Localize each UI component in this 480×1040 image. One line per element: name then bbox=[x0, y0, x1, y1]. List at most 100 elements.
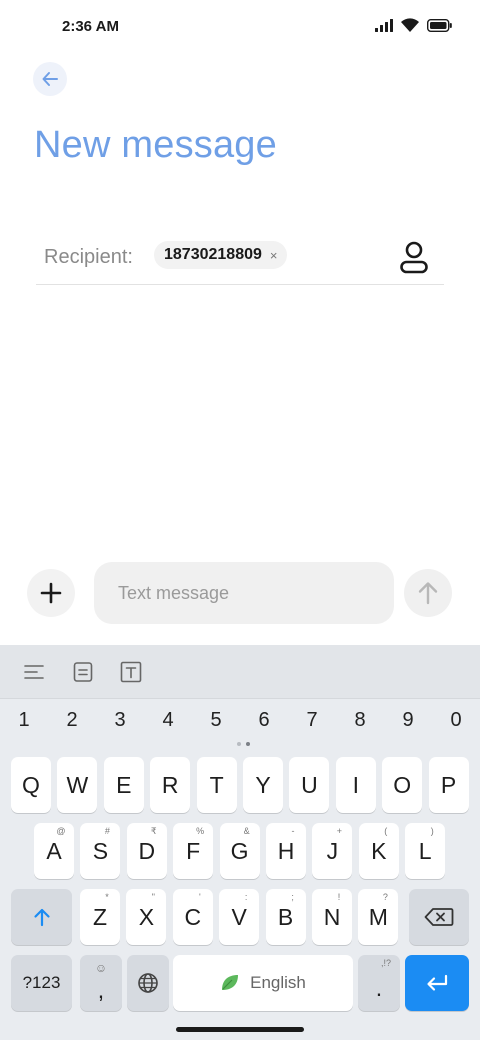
key-label: N bbox=[323, 903, 341, 930]
key-label: E bbox=[116, 771, 132, 798]
period-hint: ,!? bbox=[380, 958, 391, 968]
number-key-8[interactable]: 8 bbox=[345, 709, 375, 732]
key-label: L bbox=[418, 837, 432, 864]
key-hint: " bbox=[151, 892, 155, 902]
key-o[interactable]: O bbox=[382, 757, 423, 813]
key-k[interactable]: (K bbox=[358, 823, 399, 879]
period-key[interactable]: ,!?. bbox=[358, 955, 400, 1011]
key-r[interactable]: R bbox=[150, 757, 191, 813]
space-key[interactable]: English bbox=[173, 955, 353, 1011]
key-label: P bbox=[440, 771, 457, 798]
key-label: B bbox=[277, 903, 294, 930]
key-label: G bbox=[230, 837, 249, 864]
key-label: Y bbox=[255, 771, 271, 798]
key-t[interactable]: T bbox=[196, 757, 237, 813]
key-hint: - bbox=[291, 826, 295, 836]
key-hint: ₹ bbox=[150, 826, 157, 836]
recipient-chip[interactable]: 18730218809 × bbox=[154, 241, 288, 269]
key-i[interactable]: I bbox=[335, 757, 376, 813]
clipboard-icon[interactable] bbox=[71, 660, 95, 684]
period-label: . bbox=[375, 974, 383, 1001]
leaf-icon bbox=[222, 975, 239, 990]
key-a[interactable]: @ A bbox=[34, 823, 74, 879]
keyboard: 1234567890 Q W E R T Y U I O P @ A # S ₹ D% F & G - H + J(K) L *… bbox=[0, 645, 480, 1040]
key-m[interactable]: ? M bbox=[358, 889, 399, 945]
status-icons bbox=[375, 18, 452, 33]
key-p[interactable]: P bbox=[428, 757, 469, 813]
key-label: J bbox=[326, 837, 339, 864]
key-hint: ! bbox=[337, 892, 341, 902]
key-hint: ( bbox=[384, 826, 388, 836]
key-hint: ) bbox=[430, 826, 434, 836]
key-w[interactable]: W bbox=[57, 757, 98, 813]
wifi-icon bbox=[401, 18, 419, 32]
key-label: S bbox=[92, 837, 109, 864]
key-label: I bbox=[352, 771, 359, 798]
key-j[interactable]: + J bbox=[312, 823, 353, 879]
key-x[interactable]: " X bbox=[126, 889, 167, 945]
number-key-2[interactable]: 2 bbox=[57, 709, 87, 732]
key-f[interactable]: % F bbox=[173, 823, 214, 879]
key-v[interactable]: :V bbox=[219, 889, 260, 945]
key-u[interactable]: U bbox=[289, 757, 330, 813]
key-label: O bbox=[393, 771, 412, 798]
add-attachment-button[interactable] bbox=[27, 569, 75, 617]
key-q[interactable]: Q bbox=[11, 757, 51, 813]
shift-arrow-icon bbox=[33, 908, 50, 927]
number-key-6[interactable]: 6 bbox=[249, 709, 279, 732]
key-label: M bbox=[368, 903, 388, 930]
key-b[interactable]: ; B bbox=[265, 889, 306, 945]
number-key-3[interactable]: 3 bbox=[105, 709, 135, 732]
backspace-key[interactable] bbox=[409, 889, 469, 945]
align-icon[interactable] bbox=[22, 660, 46, 684]
page-title: New message bbox=[34, 124, 277, 166]
key-z[interactable]: * Z bbox=[80, 889, 120, 945]
page-dot-active bbox=[246, 742, 250, 746]
status-bar: 2:36 AM bbox=[0, 0, 480, 56]
key-e[interactable]: E bbox=[103, 757, 144, 813]
key-hint: # bbox=[104, 826, 110, 836]
message-input[interactable] bbox=[94, 562, 394, 624]
key-l[interactable]: ) L bbox=[405, 823, 446, 879]
comma-key[interactable]: ☺, bbox=[80, 955, 122, 1011]
battery-icon bbox=[427, 19, 452, 32]
key-hint: + bbox=[336, 826, 343, 836]
key-d[interactable]: ₹ D bbox=[126, 823, 167, 879]
enter-key[interactable] bbox=[405, 955, 469, 1011]
backspace-icon bbox=[424, 908, 454, 926]
enter-icon bbox=[427, 974, 448, 991]
key-n[interactable]: ! N bbox=[312, 889, 352, 945]
symbols-key[interactable]: ?123 bbox=[11, 955, 72, 1011]
status-time: 2:36 AM bbox=[62, 18, 119, 35]
key-hint: : bbox=[244, 892, 248, 902]
key-h[interactable]: -H bbox=[266, 823, 306, 879]
arrow-left-icon bbox=[42, 72, 58, 86]
signal-icon bbox=[375, 19, 393, 32]
number-key-9[interactable]: 9 bbox=[393, 709, 423, 732]
language-key[interactable] bbox=[127, 955, 169, 1011]
key-hint: % bbox=[196, 826, 205, 836]
number-key-5[interactable]: 5 bbox=[201, 709, 231, 732]
key-s[interactable]: # S bbox=[80, 823, 121, 879]
shift-key[interactable] bbox=[11, 889, 72, 945]
key-label: Q bbox=[22, 771, 40, 798]
recipient-chip-number: 18730218809 bbox=[164, 246, 262, 263]
key-g[interactable]: & G bbox=[219, 823, 260, 879]
home-indicator[interactable] bbox=[176, 1027, 304, 1032]
text-format-icon[interactable] bbox=[119, 660, 143, 684]
emoji-hint-icon: ☺ bbox=[94, 961, 108, 975]
compose-bar bbox=[0, 560, 480, 630]
key-hint: & bbox=[243, 826, 250, 836]
number-key-1[interactable]: 1 bbox=[9, 709, 39, 732]
pick-contact-button[interactable] bbox=[398, 240, 430, 274]
send-button[interactable] bbox=[404, 569, 452, 617]
number-key-0[interactable]: 0 bbox=[441, 709, 471, 732]
remove-recipient-icon[interactable]: × bbox=[270, 248, 278, 263]
recipient-row[interactable]: Recipient: 18730218809 × bbox=[36, 232, 444, 285]
key-c[interactable]: ' C bbox=[172, 889, 213, 945]
key-y[interactable]: Y bbox=[243, 757, 283, 813]
page-dot bbox=[237, 742, 241, 746]
back-button[interactable] bbox=[33, 62, 67, 96]
number-key-4[interactable]: 4 bbox=[153, 709, 183, 732]
number-key-7[interactable]: 7 bbox=[297, 709, 327, 732]
